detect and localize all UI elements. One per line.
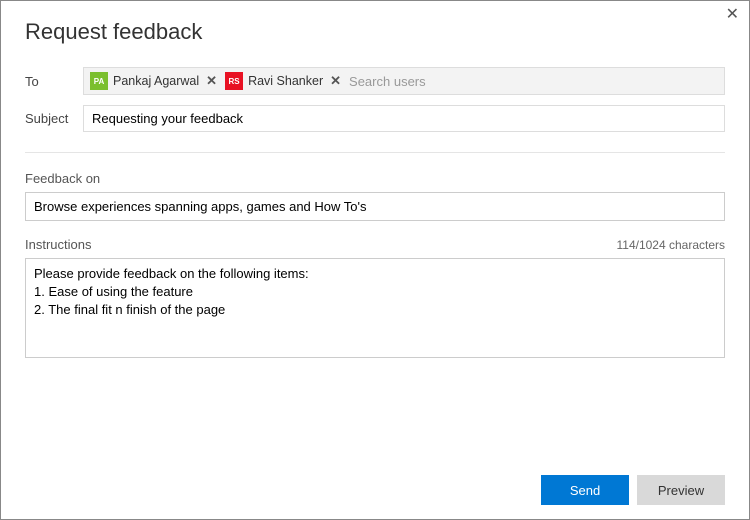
recipient-chip: RS Ravi Shanker ✕ [225, 72, 343, 90]
recipient-chip: PA Pankaj Agarwal ✕ [90, 72, 219, 90]
close-icon: ✕ [726, 6, 739, 23]
feedback-on-input[interactable] [25, 192, 725, 221]
send-button[interactable]: Send [541, 475, 629, 505]
subject-input[interactable] [83, 105, 725, 132]
recipient-name: Ravi Shanker [248, 74, 323, 88]
recipient-name: Pankaj Agarwal [113, 74, 199, 88]
subject-label: Subject [25, 111, 83, 126]
close-button[interactable]: ✕ [726, 7, 739, 23]
preview-button[interactable]: Preview [637, 475, 725, 505]
feedback-on-label: Feedback on [25, 171, 725, 186]
instructions-label: Instructions [25, 237, 91, 252]
close-icon: ✕ [206, 73, 217, 88]
avatar: RS [225, 72, 243, 90]
to-label: To [25, 74, 83, 89]
remove-recipient-button[interactable]: ✕ [204, 73, 219, 89]
avatar: PA [90, 72, 108, 90]
instructions-textarea[interactable] [25, 258, 725, 358]
remove-recipient-button[interactable]: ✕ [328, 73, 343, 89]
dialog-footer: Send Preview [25, 475, 725, 505]
search-users-input[interactable] [349, 74, 718, 89]
close-icon: ✕ [330, 73, 341, 88]
to-row: To PA Pankaj Agarwal ✕ RS Ravi Shanker ✕ [25, 67, 725, 95]
divider [25, 152, 725, 153]
subject-row: Subject [25, 105, 725, 132]
dialog-title: Request feedback [25, 19, 725, 45]
character-count: 114/1024 characters [616, 238, 725, 252]
to-field[interactable]: PA Pankaj Agarwal ✕ RS Ravi Shanker ✕ [83, 67, 725, 95]
request-feedback-dialog: ✕ Request feedback To PA Pankaj Agarwal … [0, 0, 750, 520]
instructions-label-row: Instructions 114/1024 characters [25, 237, 725, 258]
